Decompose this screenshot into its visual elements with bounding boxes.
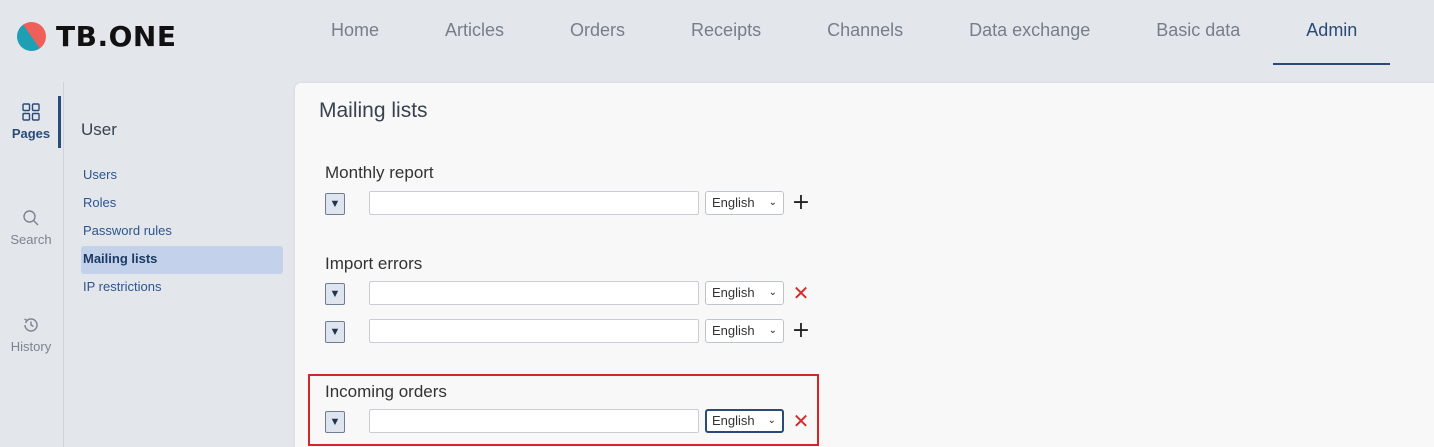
rail-pages[interactable]: Pages: [0, 102, 62, 141]
nav-home[interactable]: Home: [298, 0, 412, 62]
mailing-row: ▼ English ⌄ ✕: [325, 409, 825, 435]
left-rail: Pages Search History: [0, 82, 62, 447]
add-recipient-button[interactable]: +: [791, 190, 811, 216]
group-title-import-errors: Import errors: [325, 254, 423, 273]
nav-articles[interactable]: Articles: [412, 0, 537, 62]
language-select[interactable]: English ⌄: [705, 281, 784, 305]
chevron-down-icon: ⌄: [768, 197, 777, 208]
nav-admin[interactable]: Admin: [1273, 0, 1391, 65]
grid-icon: [22, 103, 40, 121]
language-select-value: English: [712, 285, 755, 300]
mailing-row: ▼ English ⌄ +: [325, 318, 825, 345]
rail-search[interactable]: Search: [0, 208, 62, 247]
sidebar-item-password-rules[interactable]: Password rules: [81, 218, 283, 246]
sidebar-item-ip-restrictions[interactable]: IP restrictions: [81, 274, 283, 302]
language-select-value: English: [712, 413, 755, 428]
nav-data-exchange[interactable]: Data exchange: [936, 0, 1123, 62]
remove-recipient-button[interactable]: ✕: [791, 408, 811, 434]
language-select[interactable]: English ⌄: [705, 191, 784, 215]
nav-channels[interactable]: Channels: [794, 0, 936, 62]
group-title-incoming-orders: Incoming orders: [325, 382, 447, 401]
chevron-down-icon: ⌄: [767, 415, 776, 426]
top-navigation: Home Articles Orders Receipts Channels D…: [298, 0, 1391, 65]
email-input[interactable]: [369, 191, 699, 215]
nav-orders[interactable]: Orders: [537, 0, 658, 62]
search-icon: [23, 210, 39, 226]
sub-sidebar-title: User: [81, 120, 117, 139]
sidebar-item-users[interactable]: Users: [81, 162, 283, 190]
expand-button[interactable]: ▼: [325, 283, 345, 305]
rail-history-label: History: [10, 339, 52, 354]
language-select[interactable]: English ⌄: [705, 319, 784, 343]
rail-history[interactable]: History: [0, 315, 62, 354]
remove-recipient-button[interactable]: ✕: [791, 280, 811, 306]
page-title: Mailing lists: [319, 99, 428, 122]
add-recipient-button[interactable]: +: [791, 318, 811, 344]
language-select[interactable]: English ⌄: [705, 409, 784, 433]
sub-sidebar-list: Users Roles Password rules Mailing lists…: [81, 162, 283, 302]
expand-button[interactable]: ▼: [325, 321, 345, 343]
language-select-value: English: [712, 323, 755, 338]
group-title-monthly-report: Monthly report: [325, 163, 434, 182]
mailing-row: ▼ English ⌄ +: [325, 190, 825, 217]
expand-button[interactable]: ▼: [325, 411, 345, 433]
chevron-down-icon: ⌄: [768, 325, 777, 336]
email-input[interactable]: [369, 281, 699, 305]
email-input[interactable]: [369, 409, 699, 433]
nav-basic-data[interactable]: Basic data: [1123, 0, 1273, 62]
logo-text: TB.ONE: [56, 20, 177, 53]
sub-sidebar: User Users Roles Password rules Mailing …: [63, 82, 295, 447]
language-select-value: English: [712, 195, 755, 210]
nav-receipts[interactable]: Receipts: [658, 0, 794, 62]
email-input[interactable]: [369, 319, 699, 343]
sidebar-item-roles[interactable]: Roles: [81, 190, 283, 218]
main-panel: Mailing lists Monthly report ▼ English ⌄…: [295, 83, 1434, 447]
chevron-down-icon: ⌄: [768, 287, 777, 298]
expand-button[interactable]: ▼: [325, 193, 345, 215]
logo-mark-icon: [11, 16, 52, 57]
rail-pages-label: Pages: [11, 126, 51, 141]
sidebar-item-mailing-lists[interactable]: Mailing lists: [81, 246, 283, 274]
history-icon: [24, 318, 38, 332]
rail-search-label: Search: [10, 232, 52, 247]
mailing-row: ▼ English ⌄ ✕: [325, 281, 825, 307]
app-logo[interactable]: TB.ONE: [11, 16, 177, 57]
